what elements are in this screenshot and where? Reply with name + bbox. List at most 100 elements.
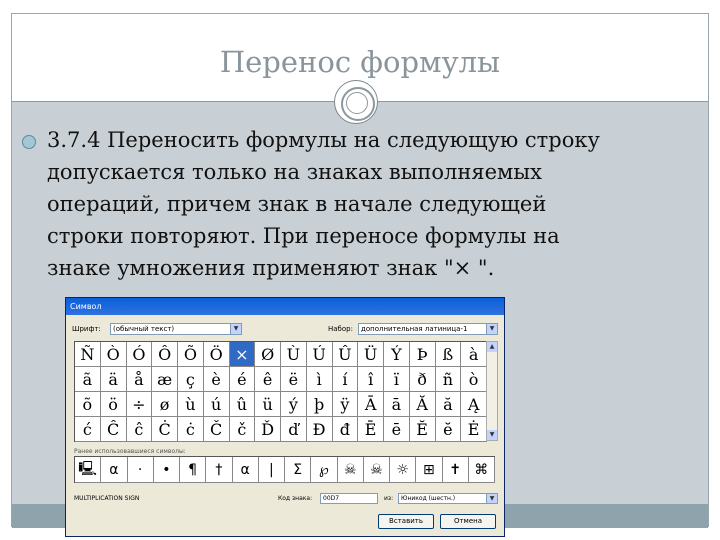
symbol-cell[interactable]: è	[203, 367, 230, 392]
symbol-cell[interactable]: ç	[178, 367, 204, 392]
symbol-cell[interactable]: ċ	[178, 417, 204, 442]
symbol-cell[interactable]: Ą	[461, 392, 487, 417]
recent-symbol-cell[interactable]: ℘	[311, 457, 338, 483]
symbol-cell[interactable]: Ü	[358, 342, 384, 367]
recent-symbol-cell[interactable]: ·	[127, 457, 154, 483]
symbol-cell[interactable]: Ö	[203, 342, 230, 367]
symbol-cell[interactable]: Ė	[461, 417, 487, 442]
symbol-cell[interactable]: Č	[203, 417, 230, 442]
symbol-cell[interactable]: Ċ	[152, 417, 178, 442]
chevron-down-icon[interactable]: ▼	[486, 494, 497, 503]
symbol-cell[interactable]: ã	[75, 367, 101, 392]
symbol-cell[interactable]: õ	[75, 392, 101, 417]
symbol-cell[interactable]: æ	[152, 367, 178, 392]
subset-select-value: дополнительная латиница-1	[361, 325, 468, 333]
symbol-cell[interactable]: Û	[332, 342, 359, 367]
symbol-cell[interactable]: ð	[409, 367, 436, 392]
symbol-cell[interactable]: ÿ	[332, 392, 359, 417]
symbol-cell[interactable]: ă	[435, 392, 462, 417]
code-label: Код знака:	[278, 495, 313, 502]
circle-emblem-icon	[334, 80, 378, 124]
symbol-cell-selected[interactable]: ×	[229, 342, 256, 367]
recent-symbol-cell[interactable]: †	[206, 457, 233, 483]
recent-symbol-cell[interactable]: α	[101, 457, 128, 483]
recent-symbol-cell[interactable]: ☠	[337, 457, 364, 483]
symbol-cell[interactable]: Ø	[255, 342, 281, 367]
symbol-cell[interactable]: ĉ	[126, 417, 153, 442]
symbol-cell[interactable]: é	[229, 367, 256, 392]
symbol-cell[interactable]: ø	[152, 392, 178, 417]
recent-symbol-cell[interactable]: Σ	[285, 457, 312, 483]
slide-title: Перенос формулы	[219, 45, 501, 79]
symbol-cell[interactable]: ē	[384, 417, 410, 442]
symbol-cell[interactable]: Ô	[152, 342, 178, 367]
symbol-cell[interactable]: č	[229, 417, 256, 442]
symbol-cell[interactable]: ý	[281, 392, 307, 417]
symbol-cell[interactable]: ì	[306, 367, 333, 392]
cancel-button[interactable]: Отмена	[440, 514, 496, 529]
scroll-down-icon[interactable]: ▼	[487, 430, 497, 440]
symbol-cell[interactable]: ö	[100, 392, 127, 417]
chevron-down-icon[interactable]: ▼	[486, 324, 497, 334]
symbol-cell[interactable]: ë	[281, 367, 307, 392]
symbol-cell[interactable]: Đ	[306, 417, 333, 442]
subset-label: Набор:	[328, 325, 353, 333]
character-name: MULTIPLICATION SIGN	[74, 495, 140, 502]
symbol-cell[interactable]: ď	[281, 417, 307, 442]
symbol-cell[interactable]: ï	[384, 367, 410, 392]
recent-symbols-row: 🖳 α · • ¶ † α | Σ ℘ ☠ ☠ ☼ ⊞ ✝ ⌘	[74, 456, 495, 483]
symbol-cell[interactable]: Ď	[255, 417, 281, 442]
recent-symbol-cell[interactable]: 🖳	[75, 457, 102, 483]
subset-select[interactable]: дополнительная латиница-1 ▼	[358, 323, 498, 335]
symbol-cell[interactable]: ù	[178, 392, 204, 417]
symbol-cell[interactable]: ñ	[435, 367, 462, 392]
symbol-cell[interactable]: å	[126, 367, 153, 392]
insert-button[interactable]: Вставить	[378, 514, 434, 529]
symbol-cell[interactable]: þ	[306, 392, 333, 417]
recent-symbol-cell[interactable]: ⊞	[416, 457, 443, 483]
symbol-cell[interactable]: Ù	[281, 342, 307, 367]
recent-symbol-cell[interactable]: •	[153, 457, 180, 483]
symbol-cell[interactable]: Ă	[409, 392, 436, 417]
symbol-cell[interactable]: ā	[384, 392, 410, 417]
recent-symbol-cell[interactable]: ☠	[363, 457, 390, 483]
recent-symbol-cell[interactable]: ¶	[180, 457, 207, 483]
symbol-cell[interactable]: ß	[435, 342, 462, 367]
recent-symbol-cell[interactable]: α	[232, 457, 259, 483]
symbol-cell[interactable]: Ĉ	[100, 417, 127, 442]
code-field[interactable]: 00D7	[320, 493, 378, 504]
symbol-cell[interactable]: Ý	[384, 342, 410, 367]
symbol-cell[interactable]: Ĕ	[409, 417, 436, 442]
chevron-down-icon[interactable]: ▼	[230, 324, 241, 334]
symbol-cell[interactable]: ê	[255, 367, 281, 392]
recent-symbol-cell[interactable]: ☼	[390, 457, 417, 483]
from-select[interactable]: Юникод (шестн.) ▼	[398, 493, 498, 504]
symbol-cell[interactable]: ć	[75, 417, 101, 442]
symbol-scrollbar[interactable]: ▲ ▼	[486, 341, 498, 441]
symbol-cell[interactable]: í	[332, 367, 359, 392]
symbol-cell[interactable]: Ā	[358, 392, 384, 417]
symbol-cell[interactable]: Ó	[126, 342, 153, 367]
symbol-cell[interactable]: î	[358, 367, 384, 392]
symbol-cell[interactable]: Õ	[178, 342, 204, 367]
symbol-cell[interactable]: Ñ	[75, 342, 101, 367]
scroll-up-icon[interactable]: ▲	[487, 342, 497, 352]
recent-symbol-cell[interactable]: ⌘	[468, 457, 495, 483]
symbol-cell[interactable]: ÷	[126, 392, 153, 417]
bullet-text: 3.7.4 Переносить формулы на следующую ст…	[47, 128, 600, 280]
symbol-cell[interactable]: à	[461, 342, 487, 367]
symbol-cell[interactable]: Ē	[358, 417, 384, 442]
recent-symbol-cell[interactable]: ✝	[442, 457, 469, 483]
symbol-cell[interactable]: ä	[100, 367, 127, 392]
symbol-cell[interactable]: ü	[255, 392, 281, 417]
symbol-cell[interactable]: Ò	[100, 342, 127, 367]
symbol-cell[interactable]: ĕ	[435, 417, 462, 442]
recent-symbol-cell[interactable]: |	[258, 457, 285, 483]
symbol-cell[interactable]: ú	[203, 392, 230, 417]
symbol-cell[interactable]: Þ	[409, 342, 436, 367]
font-select[interactable]: (обычный текст) ▼	[110, 323, 242, 335]
symbol-cell[interactable]: ò	[461, 367, 487, 392]
symbol-cell[interactable]: Ú	[306, 342, 333, 367]
symbol-cell[interactable]: û	[229, 392, 256, 417]
symbol-cell[interactable]: đ	[332, 417, 359, 442]
